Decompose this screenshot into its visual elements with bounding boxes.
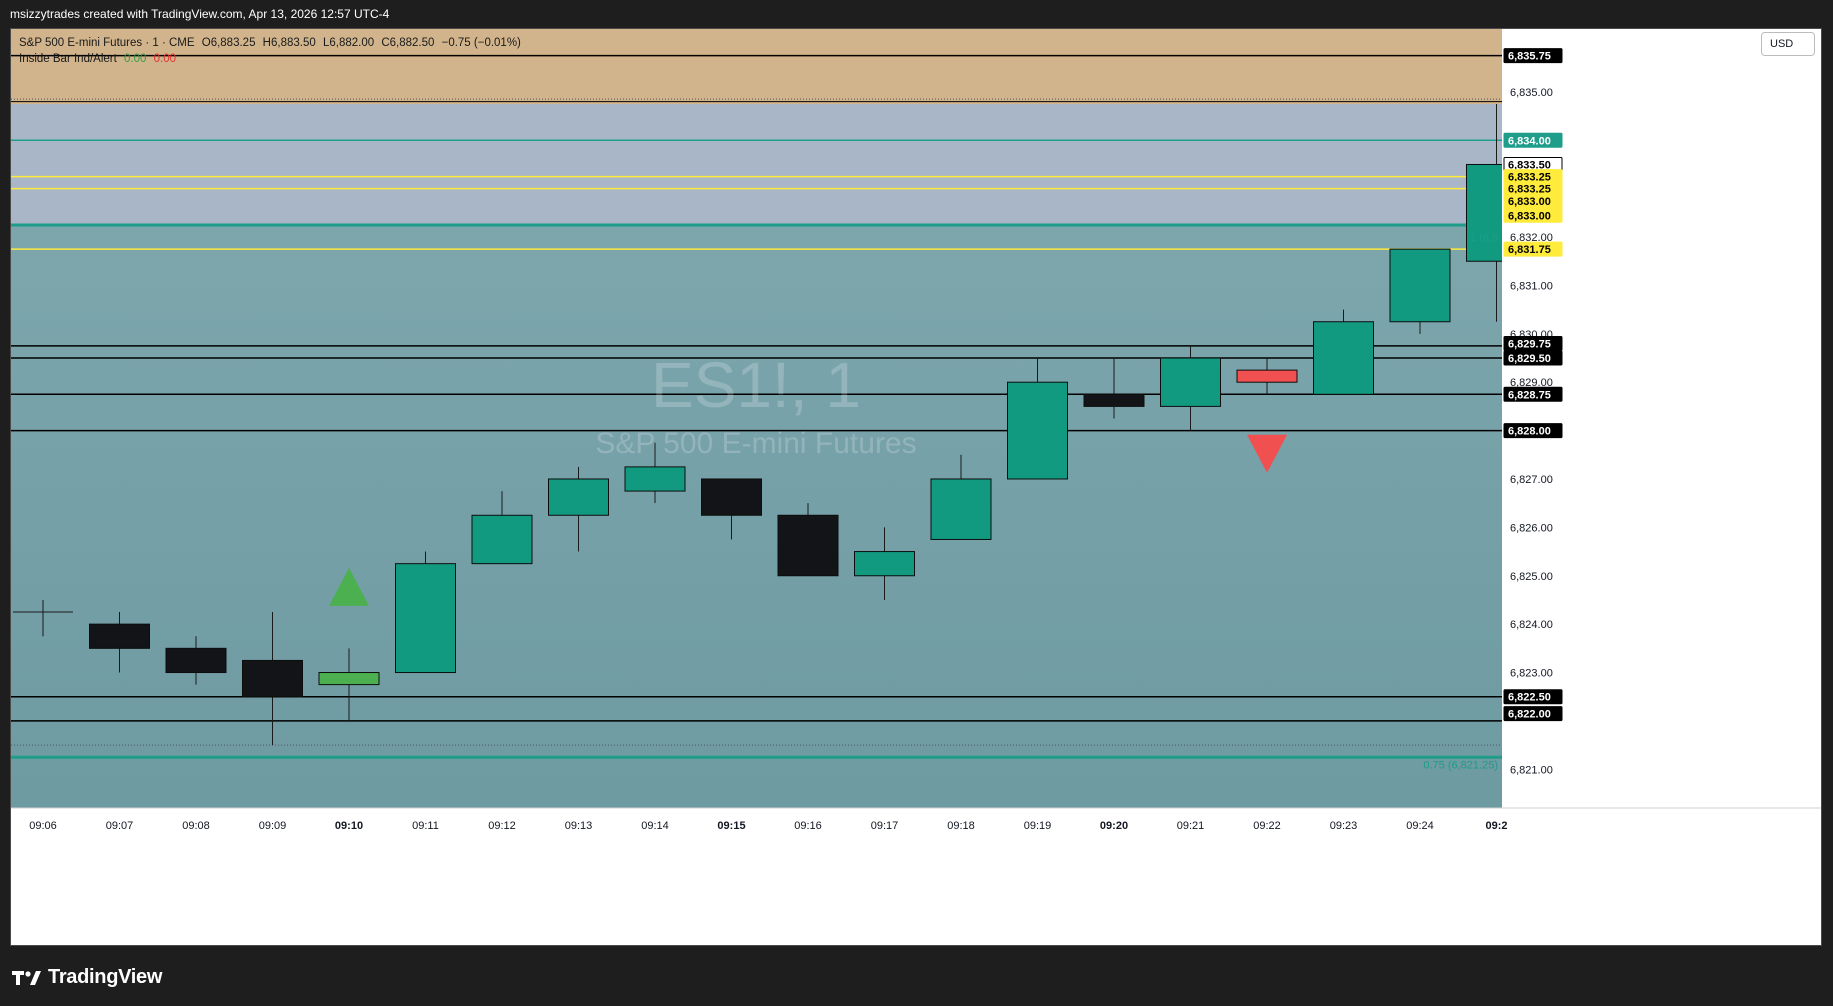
time-axis-label: 09:07 [106,820,134,832]
top-bar: msizzytrades created with TradingView.co… [0,0,1833,28]
brand-name: TradingView [48,966,163,988]
time-axis-label: 09:2 [1485,820,1507,832]
tradingview-logo-icon [12,970,41,985]
candle-body [318,672,380,686]
price-axis-tick: 6,821.00 [1510,764,1553,776]
price-badge-label: 6,833.00 [1508,210,1551,222]
price-badge-label: 6,828.00 [1508,426,1551,438]
price-badge-label: 6,829.75 [1508,339,1551,351]
price-chart[interactable]: ES1!, 1 S&P 500 E-mini Futures 1 (6,8 0.75 … [11,29,1821,945]
candle-body [1389,248,1451,323]
indicator-legend-row[interactable]: Inside Bar Ind/Alert 0.00 0.00 [19,51,525,67]
time-axis-label: 09:14 [641,820,669,832]
time-axis-label: 09:16 [794,820,822,832]
price-badge-label: 6,822.00 [1508,709,1551,721]
candle-body [471,514,533,565]
time-axis-label: 09:10 [335,820,363,832]
candle-body [548,478,609,516]
ohlc-open: O6,883.25 [201,37,256,49]
symbol-legend-row[interactable]: S&P 500 E-mini Futures · 1 · CME O6,883.… [19,35,525,51]
snapshot-caption: msizzytrades created with TradingView.co… [10,7,390,21]
price-axis-tick: 6,826.00 [1510,522,1553,534]
price-axis-tick: 6,823.00 [1510,668,1553,680]
candle-body [1007,381,1068,480]
price-axis-tick: 6,825.00 [1510,571,1553,583]
candle-body [624,466,686,492]
footer-bar: TradingView [0,946,1833,1006]
symbol-title: S&P 500 E-mini Futures · 1 · CME [19,37,195,49]
ohlc-high: H6,883.50 [262,37,316,49]
price-axis-tick: 6,824.00 [1510,619,1553,631]
candle-body [930,478,992,540]
level-line-label: 0.75 (6,821.25) [1423,759,1498,771]
ohlc-change: −0.75 (−0.01%) [441,37,521,49]
time-axis-label: 09:17 [871,820,899,832]
tradingview-logo[interactable]: TradingView [12,966,162,989]
indicator-title: Inside Bar Ind/Alert [19,53,117,65]
ohlc-close: C6,882.50 [381,37,435,49]
currency-button[interactable]: USD [1761,32,1815,56]
time-axis-label: 09:19 [1024,820,1052,832]
candle-body [1236,369,1298,383]
time-axis-label: 09:06 [29,820,57,832]
time-axis-label: 09:11 [412,820,439,832]
candle-body [1160,357,1221,407]
chart-legend: S&P 500 E-mini Futures · 1 · CME O6,883.… [19,35,525,67]
time-axis-label: 09:08 [182,820,210,832]
level-line-label: 1 (6,8 [1470,232,1498,244]
time-axis-label: 09:24 [1406,820,1434,832]
time-axis-label: 09:18 [947,820,975,832]
chart-pane[interactable]: ES1!, 1 S&P 500 E-mini Futures 1 (6,8 0.75 … [10,28,1822,946]
time-axis-label: 09:12 [488,820,516,832]
time-axis-label: 09:23 [1330,820,1358,832]
candle-body [1313,321,1374,395]
candle-body [701,478,762,516]
indicator-value-1: 0.00 [124,53,147,65]
price-badge-label: 6,829.50 [1508,353,1551,365]
candle-body [1083,393,1145,407]
candle-body [777,514,839,577]
price-axis-tick: 6,835.00 [1510,87,1553,99]
time-axis-label: 09:22 [1253,820,1281,832]
time-axis-label: 09:21 [1177,820,1205,832]
price-axis-tick: 6,827.00 [1510,474,1553,486]
indicator-value-2: 0.00 [153,53,176,65]
price-axis-tick: 6,831.00 [1510,280,1553,292]
candle-body [854,551,915,577]
time-axis-label: 09:09 [259,820,287,832]
price-badge-label: 6,834.00 [1508,135,1551,147]
price-badge-label: 6,835.75 [1508,51,1551,63]
ohlc-low: L6,882.00 [322,37,375,49]
candle-body [165,647,227,674]
price-badge-label: 6,831.75 [1508,244,1551,256]
time-axis-label: 09:20 [1100,820,1128,832]
watermark-ticker: ES1!, 1 [651,349,861,421]
candle-body [89,623,150,649]
time-axis-label: 09:15 [717,820,745,832]
price-badge-label: 6,828.75 [1508,389,1551,401]
price-badge-label: 6,833.00 [1508,196,1551,208]
zone-lavender [11,103,1502,225]
candle-body [242,659,303,698]
watermark-name: S&P 500 E-mini Futures [595,427,916,460]
price-badge-label: 6,822.50 [1508,692,1551,704]
time-axis-label: 09:13 [565,820,593,832]
candle-body [395,563,456,674]
